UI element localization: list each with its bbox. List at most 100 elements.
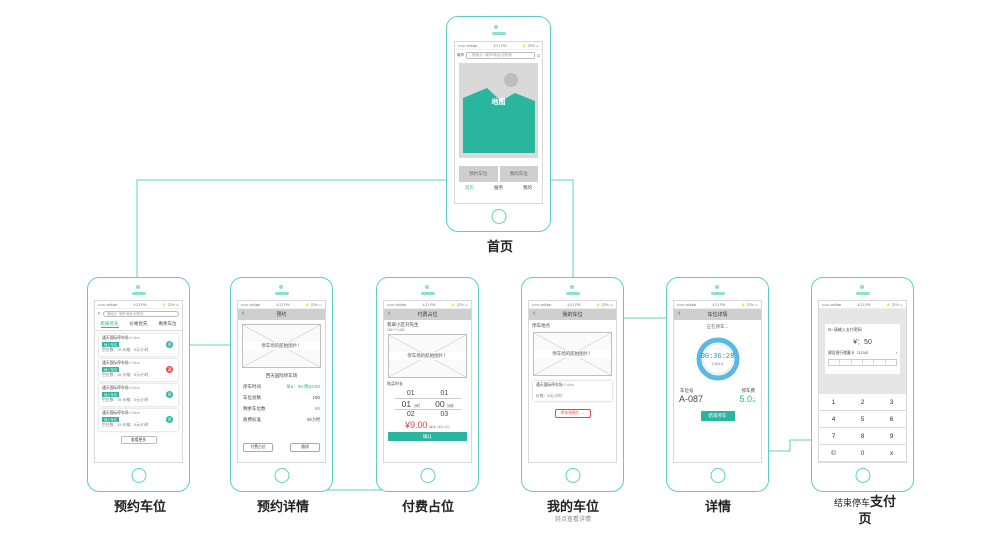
view-more-button[interactable]: 查看更多 xyxy=(120,436,157,444)
status-carrier: •••••• cellular xyxy=(241,302,261,307)
caption-payment-c: 页 xyxy=(858,511,872,526)
picker-hour-selected: 01 小时 xyxy=(394,398,428,410)
tab-mine[interactable]: 我的 xyxy=(523,185,532,191)
info-key: 剩余车位数 xyxy=(243,406,266,411)
tab-price[interactable]: 价格优先 xyxy=(130,321,148,328)
map-label: 地图 xyxy=(491,99,506,106)
home-button xyxy=(420,468,435,483)
lot-card[interactable]: 通天国际停车场 0.8km 地上车位 空位数：15 价格：5元/小时 停 xyxy=(99,409,178,431)
status-time: 4:21 PM xyxy=(133,302,147,307)
lot-info: 空位数：15 价格：5元/小时 xyxy=(102,373,149,377)
lot-distance: 0.8km xyxy=(129,411,140,415)
lot-distance: 0.4km xyxy=(563,383,574,387)
status-battery: ⚡ 22% ▭ xyxy=(886,302,903,307)
end-parking-button[interactable]: 结束停车 xyxy=(700,411,735,421)
status-battery: ⚡ 22% ▭ xyxy=(741,302,758,307)
caption-reserve-detail: 预约详情 xyxy=(256,499,309,514)
my-spot-button[interactable]: 我的车位 xyxy=(499,166,538,182)
key-4[interactable]: 4 xyxy=(819,411,848,428)
tab-home[interactable]: 首页 xyxy=(465,185,474,191)
lot-status-icon[interactable]: 停 xyxy=(166,416,173,423)
payment-amount: ¥：50 xyxy=(853,339,872,346)
lot-photo-placeholder: 停车场的航拍图片！ xyxy=(533,332,612,376)
home-button xyxy=(855,468,870,483)
lot-name: 通天国际停车场 xyxy=(536,383,563,387)
home-button xyxy=(565,468,580,483)
scan-icon[interactable]: ⊡ xyxy=(537,54,540,58)
back-icon[interactable]: ‹ xyxy=(388,310,390,317)
photo-caption: 停车场的航拍图片！ xyxy=(243,342,320,350)
nav-title: 我的车位 xyxy=(562,312,583,318)
key-5[interactable]: 5 xyxy=(848,411,877,428)
bank-card[interactable]: 建设银行储蓄卡（1234） xyxy=(828,351,871,356)
back-icon[interactable]: ‹ xyxy=(533,310,535,317)
lot-card[interactable]: 通天国际停车场 0.4km 地上车位 空位数：15 价格：5元/小时 停 xyxy=(99,334,178,356)
tab-distance[interactable]: 距离优先 xyxy=(100,321,119,328)
parking-state: 正在停车... xyxy=(706,324,729,329)
back-icon[interactable]: ‹ xyxy=(678,310,680,317)
pay-hold-button[interactable]: 付费占位 xyxy=(243,443,273,452)
lot-info: 价格：5元/小时 xyxy=(536,394,562,398)
search-icon: ⌕ xyxy=(469,53,471,58)
phone-payment: •••••• cellular 4:21 PM ⚡ 22% ▭ ⊡• 请输入支付密码… xyxy=(811,277,914,492)
place-phone: 186****1485 xyxy=(387,328,405,332)
lot-name: 通天国际停车场 xyxy=(102,411,129,415)
lot-card[interactable]: 通天国际停车场 0.4km 价格：5元/小时 xyxy=(533,381,612,401)
location-label: 停车地点 xyxy=(532,323,550,328)
home-button xyxy=(274,468,289,483)
search-input[interactable]: ⌕ 搜地点 / 城市/地址/目的地 xyxy=(466,52,536,59)
key-10[interactable]: © xyxy=(819,445,848,462)
password-input[interactable] xyxy=(828,359,897,366)
unit-hour: 小时 xyxy=(413,404,420,408)
info-key: 停车时间 xyxy=(243,384,261,389)
status-battery: ⚡ 22% ▭ xyxy=(162,302,179,307)
reserve-spot-button[interactable]: 预约车位 xyxy=(459,166,498,182)
back-icon[interactable]: ‹ xyxy=(242,310,244,317)
reserve-info: 停车时间 早6：30-晚23:50 车位总数 150 剩余车位数 80 收费标准 5/小时 xyxy=(238,384,325,423)
key-11[interactable]: 0 xyxy=(848,445,877,462)
picker-min-prev: 01 xyxy=(440,390,449,397)
key-2[interactable]: 2 xyxy=(848,394,877,411)
info-row: 剩余车位数 80 xyxy=(238,406,325,412)
city-selector[interactable]: 城市 xyxy=(457,53,464,58)
phone-home: •••••• cellular 4:21 PM ⚡ 22% ▭ 城市 ⌕ 搜地点 / … xyxy=(446,16,551,232)
info-value: 早6：30-晚23:50 xyxy=(286,384,320,389)
duration-label: 购买时长 xyxy=(387,381,403,386)
status-carrier: •••••• cellular xyxy=(98,302,118,307)
phone-pay-hold: •••••• cellular 4:21 PM ⚡ 22% ▭ ‹ 付费占位 翡翠小区… xyxy=(376,277,479,492)
lot-status-icon[interactable]: 停 xyxy=(166,391,173,398)
lot-image-button[interactable]: 停车场图片 → xyxy=(554,409,591,418)
numeric-keypad: 1 2 3 4 5 6 7 8 9 © 0 x xyxy=(819,394,906,462)
lot-card[interactable]: 通天国际停车场 0.6km 地上车位 空位数：15 价格：5元/小时 停 xyxy=(99,384,178,406)
confirm-button[interactable]: 确认 xyxy=(388,432,467,441)
info-row: 车位总数 150 xyxy=(238,395,325,401)
lot-status-icon[interactable]: 停 xyxy=(166,341,173,348)
key-6[interactable]: 6 xyxy=(877,411,906,428)
map-area[interactable]: 地图 xyxy=(459,63,538,158)
info-key: 车位总数 xyxy=(243,395,261,400)
map-sun-icon xyxy=(504,73,518,87)
tab-remaining[interactable]: 剩余车位 xyxy=(159,321,177,328)
key-12[interactable]: x xyxy=(877,445,906,462)
lot-name: 通天国际停车场 xyxy=(102,386,129,390)
search-input[interactable]: 搜地点 / 城市/地址/目的地 xyxy=(103,311,179,317)
route-button[interactable]: 路线 xyxy=(290,443,320,452)
key-8[interactable]: 8 xyxy=(848,428,877,445)
key-7[interactable]: 7 xyxy=(819,428,848,445)
tab-service[interactable]: 服务 xyxy=(494,185,503,191)
status-carrier: •••••• cellular xyxy=(677,302,697,307)
key-1[interactable]: 1 xyxy=(819,394,848,411)
duration-picker[interactable]: 01 01 01 小时 00 分钟 02 03 xyxy=(384,387,471,418)
key-9[interactable]: 9 xyxy=(877,428,906,445)
lot-status-icon[interactable]: 满 xyxy=(166,366,173,373)
status-carrier: •••••• cellular xyxy=(458,43,478,48)
search-placeholder: 搜地点 / 城市/地址/目的地 xyxy=(471,53,512,57)
lot-card[interactable]: 通天国际停车场 0.5km 地上车位 空位数：15 价格：5元/小时 满 xyxy=(99,359,178,381)
key-3[interactable]: 3 xyxy=(877,394,906,411)
back-icon[interactable]: ‹ xyxy=(98,311,100,317)
caption-spot-detail: 详情 xyxy=(704,499,731,514)
chevron-right-icon[interactable]: › xyxy=(896,351,897,356)
lot-distance: 0.5km xyxy=(129,361,140,365)
info-row: 停车时间 早6：30-晚23:50 xyxy=(238,384,325,390)
caption-pay-hold: 付费占位 xyxy=(401,499,454,514)
